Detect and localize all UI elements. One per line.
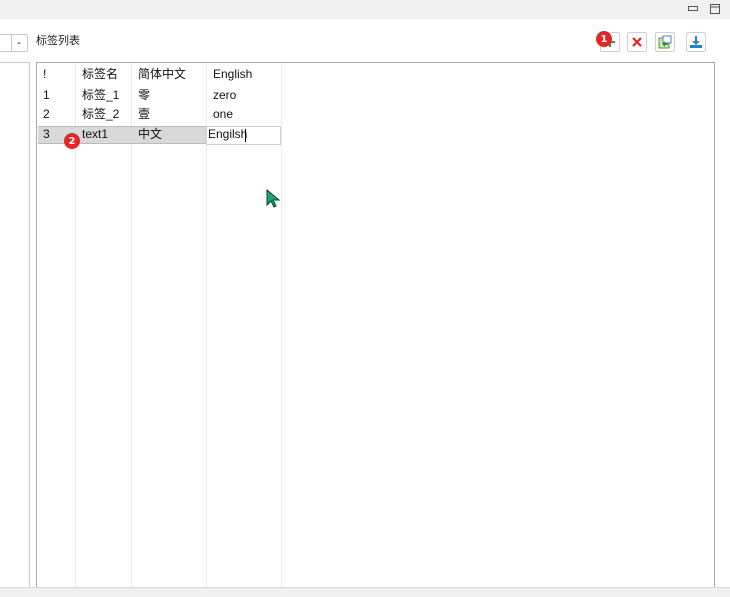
row1-chinese[interactable]: 零 <box>138 86 150 104</box>
delete-icon <box>632 37 642 47</box>
step-badge-2: 2 <box>64 133 80 149</box>
row3-index[interactable]: 3 <box>43 125 50 143</box>
delete-tag-button[interactable] <box>627 32 647 52</box>
restore-icon <box>710 4 720 14</box>
row2-chinese[interactable]: 壹 <box>138 105 150 123</box>
row2-english[interactable]: one <box>213 105 233 123</box>
row1-index[interactable]: 1 <box>43 86 50 104</box>
export-button[interactable] <box>686 32 706 52</box>
minimize-icon <box>688 6 698 11</box>
main-content: - 标签列表 1 ! 标签名 简体中文 English 1 标签_1 零 zer… <box>0 19 730 593</box>
row1-tag-name[interactable]: 标签_1 <box>82 86 119 104</box>
row1-english[interactable]: zero <box>213 86 236 104</box>
header-simplified-chinese[interactable]: 简体中文 <box>138 65 186 83</box>
column-divider <box>281 63 282 592</box>
minimize-button[interactable] <box>686 2 700 16</box>
import-icon <box>658 35 672 49</box>
tag-table[interactable]: ! 标签名 简体中文 English 1 标签_1 零 zero 2 标签_2 … <box>36 62 715 593</box>
header-tag-name[interactable]: 标签名 <box>82 65 118 83</box>
row3-chinese[interactable]: 中文 <box>138 125 162 143</box>
row2-tag-name[interactable]: 标签_2 <box>82 105 119 123</box>
download-icon <box>690 36 702 48</box>
panel-title: 标签列表 <box>36 35 80 47</box>
left-panel <box>0 62 30 592</box>
text-caret <box>245 129 246 142</box>
step-badge-1: 1 <box>596 31 612 47</box>
header-english[interactable]: English <box>213 65 252 83</box>
window-titlebar <box>0 0 730 20</box>
header-bang[interactable]: ! <box>43 65 46 83</box>
row2-index[interactable]: 2 <box>43 105 50 123</box>
row3-tag-name[interactable]: text1 <box>82 125 108 143</box>
left-edge-button[interactable] <box>0 34 12 52</box>
import-button[interactable] <box>655 32 675 52</box>
mouse-cursor-icon <box>266 188 282 212</box>
restore-button[interactable] <box>708 2 722 16</box>
collapse-label: - <box>17 37 21 49</box>
collapse-button[interactable]: - <box>10 34 28 52</box>
row3-english[interactable]: Engilsh <box>208 125 247 143</box>
